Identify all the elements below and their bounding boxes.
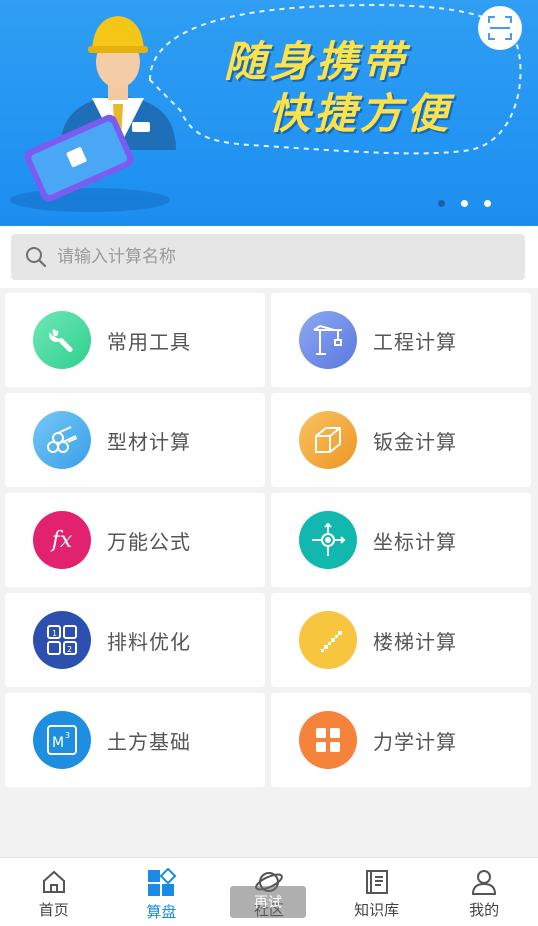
search-bar-container xyxy=(0,226,538,288)
nav-label: 知识库 xyxy=(354,901,400,919)
tool-card-stairs[interactable]: 楼梯计算 xyxy=(271,593,531,687)
tool-label: 工程计算 xyxy=(373,329,457,354)
nav-item-abacus[interactable]: 算盘 xyxy=(108,858,216,926)
banner-slogan-line2: 快捷方便 xyxy=(268,89,453,138)
formula-fx-icon: fx xyxy=(33,511,91,569)
tool-card-engineering[interactable]: 工程计算 xyxy=(271,293,531,387)
nav-label: 算盘 xyxy=(146,903,177,921)
tool-card-common-tools[interactable]: 常用工具 xyxy=(5,293,265,387)
squares-icon xyxy=(299,711,357,769)
tool-label: 万能公式 xyxy=(107,529,191,554)
tool-card-profile[interactable]: 型材计算 xyxy=(5,393,265,487)
nesting-grid-icon: 1 2 xyxy=(33,611,91,669)
search-bar[interactable] xyxy=(11,234,525,280)
user-icon xyxy=(472,870,497,895)
scan-button[interactable] xyxy=(478,6,522,50)
tool-card-earthwork[interactable]: M 3 土方基础 xyxy=(5,693,265,787)
tool-card-coordinate[interactable]: 坐标计算 xyxy=(271,493,531,587)
home-icon xyxy=(42,870,65,893)
nav-label: 我的 xyxy=(469,901,500,919)
wrench-icon xyxy=(33,311,91,369)
tool-card-nesting[interactable]: 1 2 排料优化 xyxy=(5,593,265,687)
stairs-icon xyxy=(299,611,357,669)
nav-item-profile[interactable]: 我的 xyxy=(430,858,538,926)
pipes-icon xyxy=(33,411,91,469)
carousel-dot[interactable] xyxy=(461,200,468,207)
scan-icon xyxy=(488,16,512,40)
book-icon xyxy=(365,870,388,894)
tool-card-mechanics[interactable]: 力学计算 xyxy=(271,693,531,787)
crane-icon xyxy=(299,311,357,369)
svg-text:M: M xyxy=(52,735,64,751)
sheet-metal-icon xyxy=(299,411,357,469)
apps-icon xyxy=(148,868,177,896)
promo-banner[interactable]: 随身携带 快捷方便 xyxy=(0,0,538,226)
carousel-dot[interactable] xyxy=(438,200,445,207)
tool-label: 钣金计算 xyxy=(373,429,457,454)
carousel-indicator xyxy=(438,200,491,207)
search-input[interactable] xyxy=(57,247,497,267)
svg-text:2: 2 xyxy=(67,645,72,654)
tool-label: 土方基础 xyxy=(107,729,191,754)
tool-label: 常用工具 xyxy=(107,329,191,354)
search-icon xyxy=(23,244,49,270)
tool-label: 排料优化 xyxy=(107,629,191,654)
tool-label: 力学计算 xyxy=(373,729,457,754)
tool-card-formula[interactable]: fx 万能公式 xyxy=(5,493,265,587)
coordinate-icon xyxy=(299,511,357,569)
tool-label: 型材计算 xyxy=(107,429,191,454)
svg-text:3: 3 xyxy=(65,731,70,740)
nav-item-knowledge[interactable]: 知识库 xyxy=(323,858,431,926)
carousel-dot[interactable] xyxy=(484,200,491,207)
nav-label: 首页 xyxy=(38,901,69,919)
tool-card-sheet-metal[interactable]: 钣金计算 xyxy=(271,393,531,487)
nav-item-home[interactable]: 首页 xyxy=(0,858,108,926)
svg-text:1: 1 xyxy=(52,629,57,638)
tool-label: 楼梯计算 xyxy=(373,629,457,654)
cubic-meter-icon: M 3 xyxy=(33,711,91,769)
tool-label: 坐标计算 xyxy=(373,529,457,554)
toast-overlay: 再试 xyxy=(230,886,306,918)
